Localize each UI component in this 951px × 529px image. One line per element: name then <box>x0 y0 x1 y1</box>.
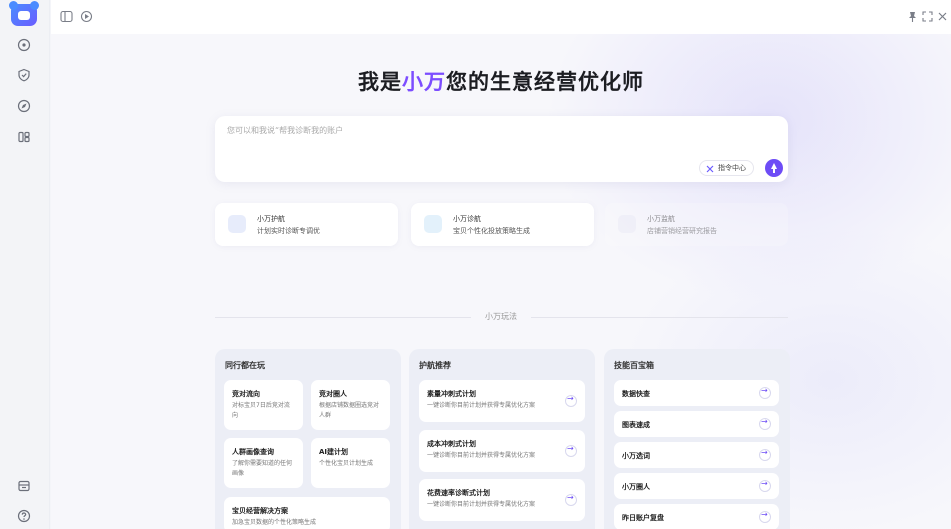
compass-icon[interactable] <box>17 99 31 113</box>
column-escort: 护航推荐 素量冲刺式计划 一键诊断你目前计划并获得专属优化方案 成本冲刺式计划 … <box>409 349 595 529</box>
tile-audience-profile[interactable]: 人群画像查询 了解你需要知道的任何画像 <box>224 438 303 488</box>
top-toolbar <box>51 0 951 34</box>
arrow-right-icon[interactable] <box>565 444 577 457</box>
chat-composer: 指令中心 <box>215 116 788 182</box>
page-title: 我是小万您的生意经营优化师 <box>358 70 644 94</box>
arrow-right-icon[interactable] <box>565 493 577 506</box>
tile-spend-plan[interactable]: 花费速率诊断式计划 一键诊断你目前计划并获得专属优化方案 <box>419 479 585 521</box>
sidebar-toggle-icon[interactable] <box>60 10 73 23</box>
feature-card-hanghu[interactable]: 小万护航 计划实时诊断专调优 <box>215 203 398 246</box>
help-icon[interactable] <box>17 509 31 523</box>
app-logo-icon[interactable] <box>9 1 39 26</box>
tile-account-review[interactable]: 昨日账户复盘 <box>614 504 779 529</box>
arrow-right-icon[interactable] <box>759 448 771 461</box>
arrow-right-icon[interactable] <box>759 386 771 399</box>
tile-audience-select[interactable]: 小万圈人 <box>614 473 779 499</box>
command-icon <box>706 164 714 173</box>
tile-competitor-flow[interactable]: 竞对流向 对标宝贝7日后竞对流向 <box>224 380 303 430</box>
tile-data-query[interactable]: 数据快查 <box>614 380 779 406</box>
send-button[interactable] <box>765 159 783 177</box>
feature-card-zhenhang[interactable]: 小万诊航 宝贝个性化投放策略生成 <box>411 203 594 246</box>
shield-icon[interactable] <box>17 68 31 82</box>
pin-icon[interactable] <box>906 10 919 23</box>
left-sidebar <box>0 0 50 529</box>
new-chat-icon[interactable] <box>80 10 93 23</box>
tile-cost-plan[interactable]: 成本冲刺式计划 一键诊断你目前计划并获得专属优化方案 <box>419 430 585 472</box>
tile-volume-plan[interactable]: 素量冲刺式计划 一键诊断你目前计划并获得专属优化方案 <box>419 380 585 422</box>
monitor-icon <box>618 215 636 233</box>
shield-icon <box>228 215 246 233</box>
diagnosis-icon <box>424 215 442 233</box>
tile-ai-plan[interactable]: AI建计划 个性化宝贝计划生成 <box>311 438 390 488</box>
feature-card-jianhang[interactable]: 小万监航 店铺营销经营研究报告 <box>605 203 788 246</box>
tile-keyword-select[interactable]: 小万选词 <box>614 442 779 468</box>
section-label: 小万玩法 <box>485 312 517 321</box>
tile-competitor-audience[interactable]: 竞对圈人 根据店铺数据圈选竞对人群 <box>311 380 390 430</box>
arrow-right-icon[interactable] <box>565 394 577 407</box>
command-center-button[interactable]: 指令中心 <box>699 160 754 176</box>
archive-icon[interactable] <box>17 479 31 493</box>
divider-left <box>215 317 471 318</box>
close-icon[interactable] <box>936 10 949 23</box>
column-skills: 技能百宝箱 数据快查 图表速成 小万选词 小万圈人 昨日账户复盘 <box>604 349 790 529</box>
arrow-right-icon[interactable] <box>759 510 771 523</box>
expand-icon[interactable] <box>921 10 934 23</box>
tile-chart-builder[interactable]: 图表速成 <box>614 411 779 437</box>
chat-icon[interactable] <box>17 38 31 52</box>
apps-icon[interactable] <box>17 130 31 144</box>
main-area: 我是小万您的生意经营优化师 指令中心 小万护航 计划实时诊断专调优 小万诊航 宝… <box>51 0 951 529</box>
arrow-right-icon[interactable] <box>759 479 771 492</box>
arrow-right-icon[interactable] <box>759 417 771 430</box>
divider-right <box>531 317 788 318</box>
column-peers: 同行都在玩 竞对流向 对标宝贝7日后竞对流向 竞对圈人 根据店铺数据圈选竞对人群… <box>215 349 401 529</box>
chat-input[interactable] <box>227 122 727 138</box>
tile-item-solution[interactable]: 宝贝经营解决方案 加急宝贝数据的个性化策略生成 <box>224 497 390 529</box>
